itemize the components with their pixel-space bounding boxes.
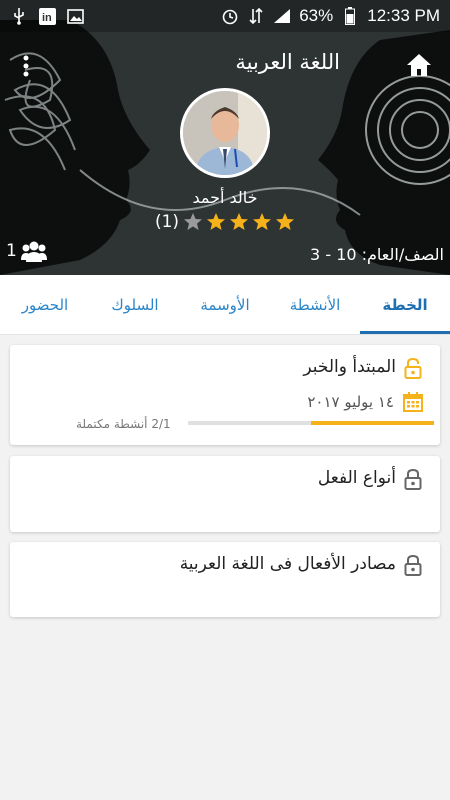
lesson-progress-bar — [188, 421, 434, 425]
lesson-card[interactable]: أنواع الفعل — [10, 456, 440, 532]
clock: 12:33 PM — [367, 6, 440, 25]
star-empty-icon — [184, 213, 203, 230]
usb-icon — [10, 7, 28, 25]
overflow-menu-icon[interactable] — [18, 54, 34, 78]
tab-attendance[interactable]: الحضور — [0, 275, 90, 334]
lesson-progress-fill — [311, 421, 434, 425]
lesson-progress-label: 2/1 أنشطة مكتملة — [76, 417, 171, 431]
lesson-title: المبتدأ والخبر — [303, 357, 396, 377]
battery-percent: 63% — [299, 6, 334, 25]
signal-icon — [273, 7, 291, 25]
tab-badges[interactable]: الأوسمة — [180, 275, 270, 334]
svg-text:in: in — [42, 12, 52, 24]
lesson-title: مصادر الأفعال فى اللغة العربية — [179, 554, 396, 574]
rating-count: (1) — [154, 212, 180, 232]
tab-plan[interactable]: الخطة — [360, 275, 450, 334]
group-icon — [20, 241, 47, 262]
image-icon — [66, 7, 84, 25]
status-bar: in 63% 12:33 PM — [0, 0, 450, 32]
alarm-icon — [221, 7, 239, 25]
unlocked-icon — [402, 357, 424, 379]
class-year-label: الصف/العام: 10 - 3 — [310, 245, 444, 264]
lesson-card[interactable]: مصادر الأفعال فى اللغة العربية — [10, 542, 440, 617]
tab-activities[interactable]: الأنشطة — [270, 275, 360, 334]
home-icon[interactable] — [404, 50, 434, 80]
course-title: اللغة العربية — [235, 50, 340, 74]
lock-icon — [402, 554, 424, 576]
star-filled-icon — [276, 213, 295, 230]
star-filled-icon — [230, 213, 249, 230]
tab-behavior[interactable]: السلوك — [90, 275, 180, 334]
star-filled-icon — [253, 213, 272, 230]
course-header: اللغة العربية خالد أحمد (1) 1 الصف/العام… — [0, 0, 450, 275]
linkedin-icon: in — [38, 7, 56, 25]
lesson-title: أنواع الفعل — [317, 468, 396, 488]
rating-stars — [183, 212, 295, 232]
data-icon — [247, 7, 265, 25]
teacher-name: خالد أحمد — [192, 188, 258, 207]
students-count-value: 1 — [6, 241, 17, 261]
lock-icon — [402, 468, 424, 490]
lesson-date-row: ١٤ يوليو ٢٠١٧ — [307, 391, 424, 413]
teacher-avatar — [180, 88, 270, 178]
calendar-icon — [403, 392, 423, 412]
lesson-card[interactable]: المبتدأ والخبر ١٤ يوليو ٢٠١٧ 2/1 أنشطة م… — [10, 345, 440, 445]
teacher-rating: (1) — [0, 212, 450, 232]
star-filled-icon — [207, 213, 226, 230]
students-count[interactable]: 1 — [6, 240, 47, 262]
battery-icon — [341, 7, 359, 25]
tab-bar: الخطة الأنشطة الأوسمة السلوك الحضور — [0, 275, 450, 335]
lesson-date: ١٤ يوليو ٢٠١٧ — [307, 393, 394, 411]
